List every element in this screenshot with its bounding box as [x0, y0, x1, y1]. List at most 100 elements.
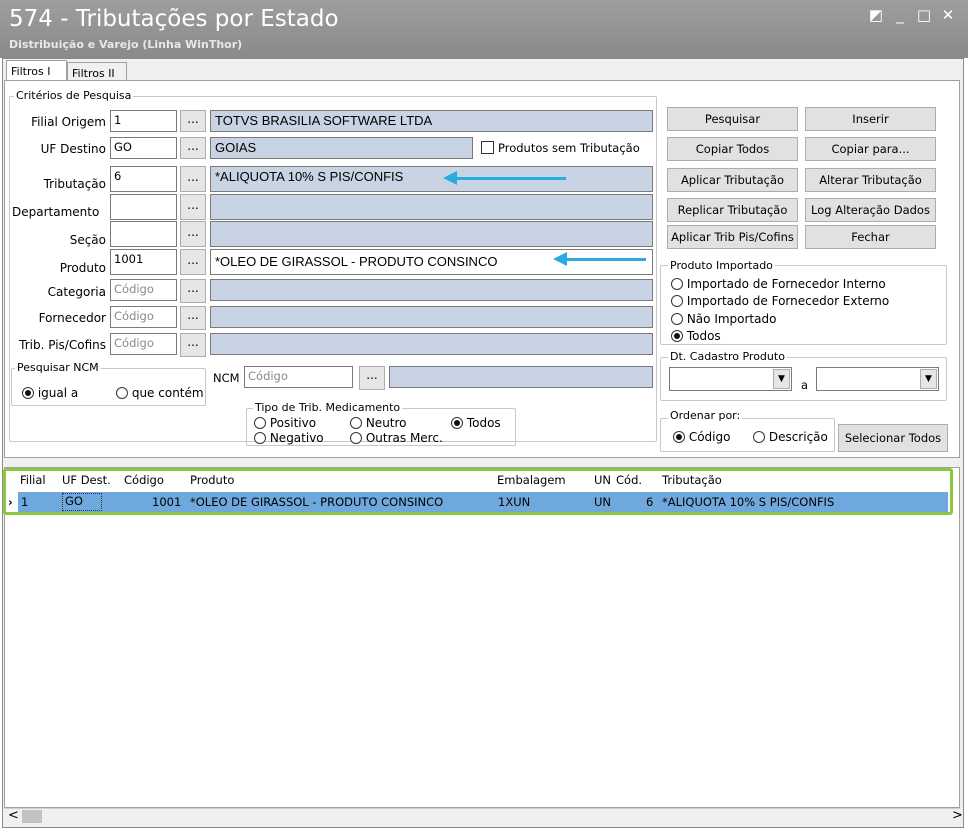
ncm-lookup-button[interactable]: ... [359, 366, 385, 390]
importado-externo-radio[interactable] [671, 295, 683, 307]
tributacao-input[interactable]: 6 [110, 166, 177, 192]
filial-input[interactable]: 1 [110, 110, 177, 132]
uf-label: UF Destino [40, 142, 106, 156]
results-grid[interactable] [4, 467, 960, 808]
maximize-icon[interactable]: □ [914, 6, 934, 24]
fechar-button[interactable]: Fechar [805, 225, 936, 249]
produto-description: *OLEO DE GIRASSOL - PRODUTO CONSINCO [210, 249, 653, 275]
scroll-left-icon[interactable]: < [8, 808, 19, 823]
ordenar-descricao-text: Descrição [768, 430, 828, 444]
highlight-frame [3, 468, 953, 515]
cadastro-to-select[interactable]: ▼ [816, 367, 939, 391]
aplicar-tributacao-button[interactable]: Aplicar Tributação [667, 168, 798, 192]
tab-filtros-i[interactable]: Filtros I [6, 60, 67, 82]
aplicar-pis-cofins-button[interactable]: Aplicar Trib Pis/Cofins [667, 225, 798, 249]
importado-todos-radio[interactable] [671, 330, 683, 342]
cadastro-a-label: a [801, 378, 809, 392]
nao-importado-radio[interactable] [671, 313, 683, 325]
ordenar-codigo-option[interactable]: Código [673, 430, 730, 444]
med-outras-radio[interactable] [350, 432, 362, 444]
horizontal-scrollbar[interactable] [4, 808, 960, 826]
copiar-para-button[interactable]: Copiar para... [805, 137, 936, 161]
pesquisar-button[interactable]: Pesquisar [667, 107, 798, 131]
ordenar-codigo-radio[interactable] [673, 431, 685, 443]
cadastro-label: Dt. Cadastro Produto [668, 350, 787, 363]
med-negativo-radio[interactable] [254, 432, 266, 444]
produto-lookup-button[interactable]: ... [180, 249, 206, 275]
tributacao-lookup-button[interactable]: ... [180, 166, 206, 192]
nao-importado-option[interactable]: Não Importado [671, 312, 776, 326]
cadastro-from-select[interactable]: ▼ [669, 367, 792, 391]
ordenar-descricao-option[interactable]: Descrição [753, 430, 828, 444]
secao-lookup-button[interactable]: ... [180, 221, 206, 247]
produto-label: Produto [59, 261, 106, 275]
restore-icon[interactable]: ◩ [866, 6, 886, 24]
replicar-tributacao-button[interactable]: Replicar Tributação [667, 198, 798, 222]
med-neutro-radio[interactable] [350, 417, 362, 429]
categoria-input[interactable]: Código [110, 279, 177, 301]
produto-input[interactable]: 1001 [110, 249, 177, 275]
categoria-description [210, 279, 653, 301]
departamento-lookup-button[interactable]: ... [180, 194, 206, 220]
med-neutro-option[interactable]: Neutro [350, 416, 407, 430]
departamento-input[interactable] [110, 194, 177, 220]
importado-interno-radio[interactable] [671, 278, 683, 290]
fornecedor-input[interactable]: Código [110, 306, 177, 328]
fornecedor-description [210, 306, 653, 328]
secao-label: Seção [69, 233, 106, 247]
ncm-label: NCM [213, 371, 240, 385]
ncm-input[interactable]: Código [244, 366, 353, 388]
ncm-igual-option[interactable]: igual a [22, 386, 78, 400]
tab-filtros-ii[interactable]: Filtros II [67, 62, 127, 82]
copiar-todos-button[interactable]: Copiar Todos [667, 137, 798, 161]
log-alteracao-button[interactable]: Log Alteração Dados [805, 198, 936, 222]
scroll-thumb[interactable] [22, 810, 42, 823]
ncm-contem-radio[interactable] [116, 387, 128, 399]
ncm-description [389, 366, 653, 388]
secao-input[interactable] [110, 221, 177, 247]
uf-input[interactable]: GO [110, 137, 177, 159]
importado-interno-option[interactable]: Importado de Fornecedor Interno [671, 277, 886, 291]
window-subtitle: Distribuição e Varejo (Linha WinThor) [9, 38, 243, 51]
close-icon[interactable]: ✕ [938, 6, 958, 24]
med-outras-option[interactable]: Outras Merc. [350, 431, 443, 445]
importado-todos-option[interactable]: Todos [671, 329, 721, 343]
ncm-igual-text: igual a [37, 386, 79, 400]
med-todos-option[interactable]: Todos [451, 416, 501, 430]
annotation-arrowhead-tributacao [443, 171, 457, 185]
departamento-label: Departamento [12, 205, 100, 219]
chevron-down-icon: ▼ [920, 369, 937, 389]
uf-lookup-button[interactable]: ... [180, 137, 206, 159]
med-positivo-text: Positivo [269, 416, 317, 430]
window-title: 574 - Tributações por Estado [9, 6, 339, 32]
ordenar-label: Ordenar por: [668, 409, 743, 422]
filial-lookup-button[interactable]: ... [180, 110, 206, 132]
importado-externo-option[interactable]: Importado de Fornecedor Externo [671, 294, 889, 308]
alterar-tributacao-button[interactable]: Alterar Tributação [805, 168, 936, 192]
ncm-contem-text: que contém [131, 386, 204, 400]
med-positivo-radio[interactable] [254, 417, 266, 429]
fornecedor-lookup-button[interactable]: ... [180, 306, 206, 330]
med-positivo-option[interactable]: Positivo [254, 416, 316, 430]
filial-label: Filial Origem [31, 115, 106, 129]
annotation-arrow-tributacao [456, 177, 566, 180]
inserir-button[interactable]: Inserir [805, 107, 936, 131]
ncm-mode-label: Pesquisar NCM [15, 361, 101, 374]
pis-cofins-lookup-button[interactable]: ... [180, 333, 206, 357]
pis-cofins-input[interactable]: Código [110, 333, 177, 355]
secao-description [210, 221, 653, 247]
annotation-arrow-produto [566, 258, 646, 261]
ncm-contem-option[interactable]: que contém [116, 386, 204, 400]
categoria-lookup-button[interactable]: ... [180, 279, 206, 303]
sem-tributacao-checkbox[interactable] [481, 141, 494, 154]
sem-tributacao-label: Produtos sem Tributação [498, 141, 640, 155]
pis-cofins-description [210, 333, 653, 355]
ncm-igual-radio[interactable] [22, 387, 34, 399]
ordenar-descricao-radio[interactable] [753, 431, 765, 443]
med-neutro-text: Neutro [365, 416, 407, 430]
selecionar-todos-button[interactable]: Selecionar Todos [838, 424, 948, 452]
scroll-right-icon[interactable]: > [952, 808, 963, 823]
minimize-icon[interactable]: _ [890, 6, 910, 24]
med-todos-radio[interactable] [451, 417, 463, 429]
med-negativo-option[interactable]: Negativo [254, 431, 324, 445]
